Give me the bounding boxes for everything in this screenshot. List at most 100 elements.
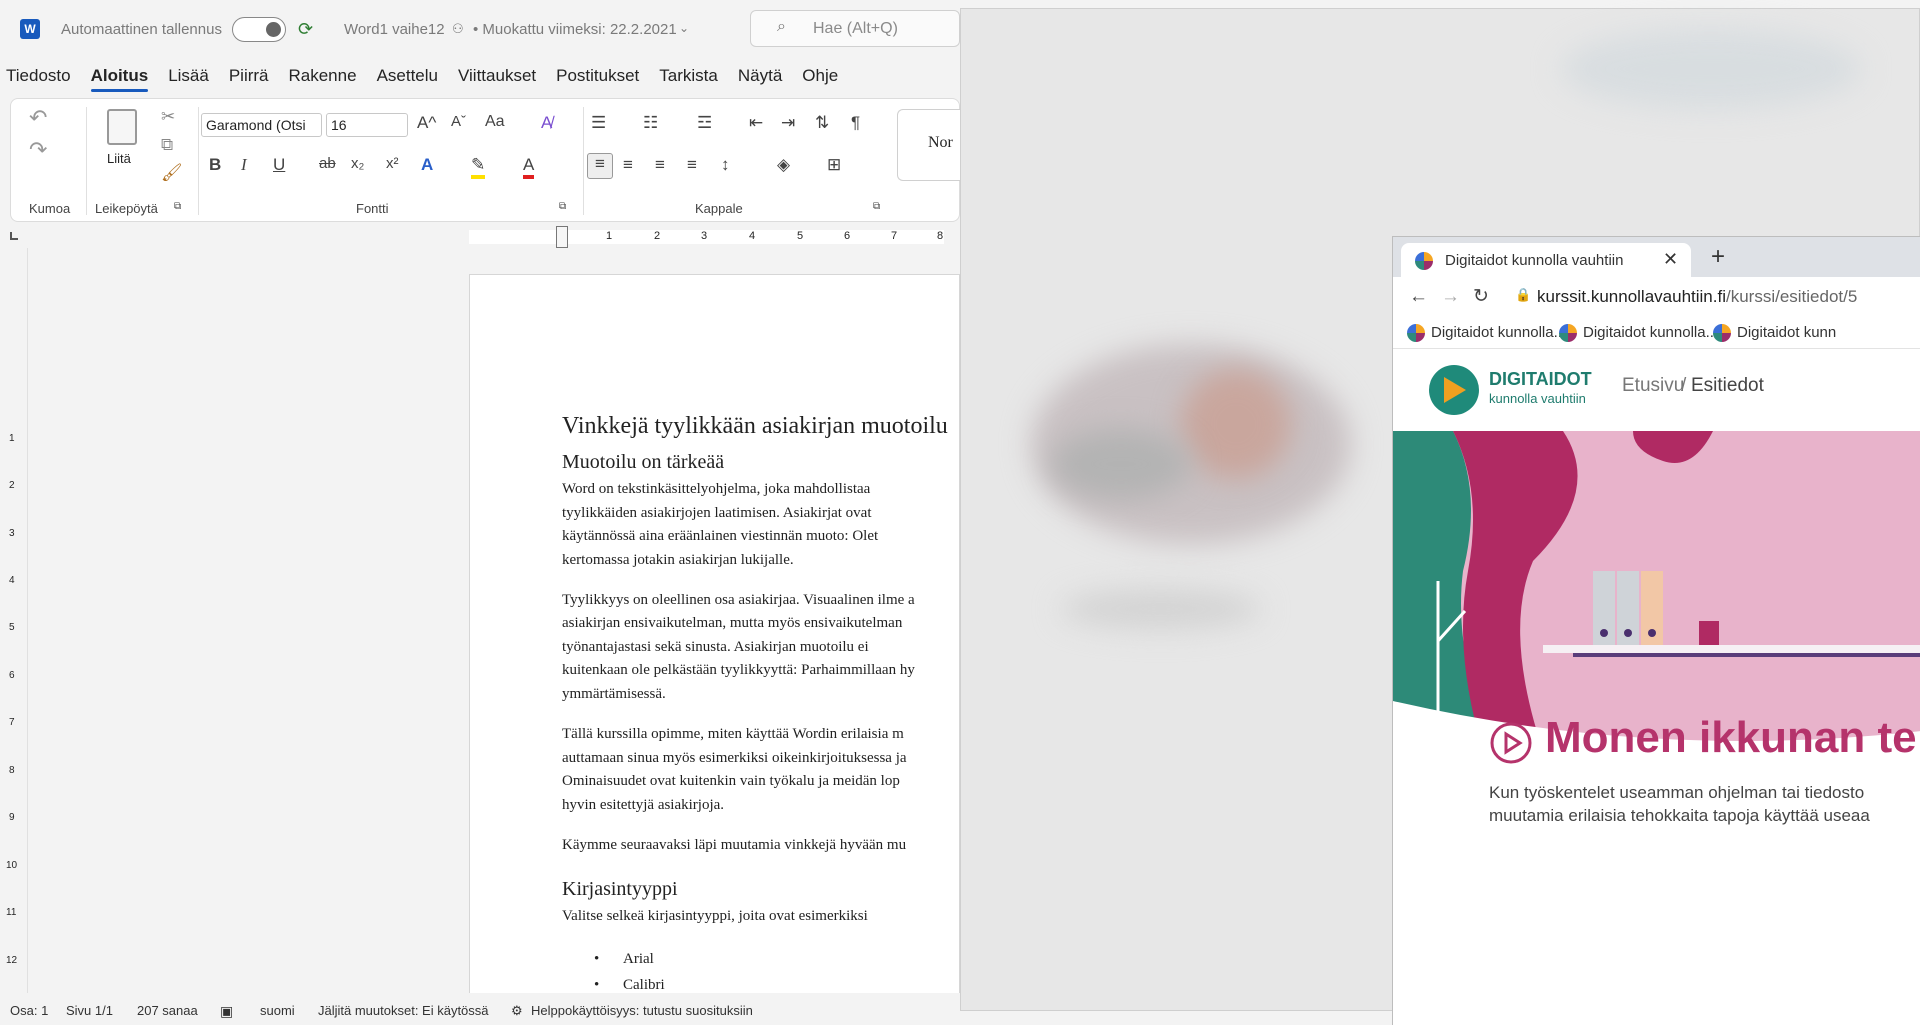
bullets-icon[interactable]: ☰	[591, 113, 606, 133]
font-dialog-launcher-icon[interactable]: ⧉	[559, 201, 566, 212]
paragraph-line: käytännössä aina eräänlainen viestinnän …	[562, 528, 879, 544]
grow-font-icon[interactable]: A^	[417, 113, 436, 133]
forward-icon[interactable]: →	[1441, 286, 1460, 308]
paragraph-line: tyylikkäiden asiakirjojen laatimisen. As…	[562, 505, 872, 521]
status-page[interactable]: Sivu 1/1	[66, 1003, 113, 1018]
italic-button[interactable]: I	[241, 155, 247, 175]
superscript-button[interactable]: x²	[386, 155, 399, 172]
bookmark-item[interactable]: Digitaidot kunnolla...	[1431, 324, 1566, 341]
clear-formatting-icon[interactable]: A̸	[541, 113, 552, 133]
document-title: Vinkkejä tyylikkään asiakirjan muotoilu	[562, 413, 948, 439]
increase-indent-icon[interactable]: ⇥	[781, 113, 795, 133]
body-text-line: muutamia erilaisia tehokkaita tapoja käy…	[1489, 806, 1870, 825]
undo-icon[interactable]: ↶	[29, 105, 47, 131]
shrink-font-icon[interactable]: Aˇ	[451, 113, 466, 130]
text-effects-icon[interactable]: A	[421, 155, 433, 175]
font-size-select[interactable]: 16	[326, 113, 408, 137]
borders-icon[interactable]: ⊞	[827, 155, 841, 175]
document-name[interactable]: Word1 vaihe12	[344, 21, 445, 38]
logo-title: DIGITAIDOT	[1489, 369, 1592, 389]
share-people-icon: ⚇	[452, 21, 464, 36]
bold-button[interactable]: B	[209, 155, 221, 175]
paragraph-line: Käymme seuraavaksi läpi muutamia vinkkej…	[562, 837, 907, 853]
paste-label[interactable]: Liitä	[107, 151, 131, 166]
highlight-icon[interactable]: ✎	[471, 155, 486, 179]
show-formatting-icon[interactable]: ¶	[851, 113, 860, 133]
indent-marker[interactable]	[556, 226, 568, 248]
bookmark-favicon-icon	[1407, 324, 1425, 342]
bookmark-item[interactable]: Digitaidot kunn	[1737, 324, 1836, 341]
numbering-icon[interactable]: ☷	[643, 113, 658, 133]
underline-button[interactable]: U	[273, 155, 285, 175]
align-right-icon[interactable]: ≡	[655, 155, 665, 175]
reload-icon[interactable]: ↻	[1473, 285, 1489, 308]
paragraph-line: Word on tekstinkäsittelyohjelma, joka ma…	[562, 481, 871, 497]
cut-icon[interactable]: ✂	[161, 107, 175, 127]
subscript-button[interactable]: x₂	[351, 155, 364, 172]
document-page[interactable]: Vinkkejä tyylikkään asiakirjan muotoilu …	[469, 274, 960, 1019]
copy-icon[interactable]: ⧉	[161, 135, 173, 155]
tab-nayta[interactable]: Näytä	[738, 66, 782, 86]
multilevel-list-icon[interactable]: ☲	[697, 113, 712, 133]
tab-tarkista[interactable]: Tarkista	[659, 66, 718, 86]
close-tab-icon[interactable]: ✕	[1663, 249, 1678, 270]
breadcrumb-home[interactable]: Etusivu	[1622, 375, 1684, 397]
change-case-icon[interactable]: Aa	[485, 113, 505, 131]
font-color-icon[interactable]: A	[523, 155, 535, 179]
search-box[interactable]: ⌕ Hae (Alt+Q)	[750, 10, 960, 47]
bookmark-favicon-icon	[1713, 324, 1731, 342]
browser-tab-title: Digitaidot kunnolla vauhtiin	[1445, 252, 1624, 269]
decrease-indent-icon[interactable]: ⇤	[749, 113, 763, 133]
font-name-select[interactable]: Garamond (Otsi	[201, 113, 322, 137]
style-normal[interactable]: Nor	[897, 109, 961, 181]
new-tab-icon[interactable]: +	[1711, 243, 1725, 271]
lock-icon[interactable]: 🔒	[1515, 287, 1531, 303]
tab-selector-icon[interactable]	[10, 232, 18, 240]
browser-toolbar: ← → ↻ 🔒 kurssit.kunnollavauhtiin.fi/kurs…	[1393, 277, 1920, 317]
status-language[interactable]: suomi	[260, 1003, 295, 1018]
site-logo-icon[interactable]	[1429, 365, 1479, 415]
site-favicon-icon	[1415, 252, 1433, 270]
paste-clipboard-icon[interactable]	[107, 109, 137, 145]
status-track-changes[interactable]: Jäljitä muutokset: Ei käytössä	[318, 1003, 489, 1018]
strikethrough-button[interactable]: ab	[319, 155, 336, 172]
redo-icon[interactable]: ↷	[29, 137, 47, 163]
proofing-icon[interactable]: ▣	[220, 1003, 233, 1020]
align-left-icon[interactable]: ≡	[587, 153, 613, 179]
justify-icon[interactable]: ≡	[687, 155, 697, 175]
paragraph-dialog-launcher-icon[interactable]: ⧉	[873, 201, 880, 212]
search-icon: ⌕	[777, 18, 786, 35]
status-words[interactable]: 207 sanaa	[137, 1003, 198, 1018]
back-icon[interactable]: ←	[1409, 286, 1428, 308]
word-logo-icon: W	[20, 19, 40, 39]
tab-lisaa[interactable]: Lisää	[168, 66, 209, 86]
sort-icon[interactable]: ⇅	[815, 113, 829, 133]
dialog-launcher-icon[interactable]: ⧉	[174, 201, 181, 212]
tab-tiedosto[interactable]: Tiedosto	[6, 66, 71, 86]
tab-aloitus[interactable]: Aloitus	[91, 66, 149, 92]
tab-piirra[interactable]: Piirrä	[229, 66, 269, 86]
shading-icon[interactable]: ◈	[777, 155, 790, 175]
subheading-kirjasintyyppi: Kirjasintyyppi	[562, 878, 678, 900]
site-header: DIGITAIDOT kunnolla vauhtiin Etusivu / E…	[1393, 349, 1920, 431]
tab-postitukset[interactable]: Postitukset	[556, 66, 639, 86]
chevron-down-icon[interactable]: ⌄	[679, 21, 689, 35]
format-painter-icon[interactable]: 🖌	[161, 163, 183, 183]
address-bar[interactable]: 🔒 kurssit.kunnollavauhtiin.fi/kurssi/esi…	[1503, 281, 1920, 313]
autosave-toggle[interactable]	[232, 17, 286, 42]
tab-viittaukset[interactable]: Viittaukset	[458, 66, 536, 86]
body-text-line: Kun työskentelet useamman ohjelman tai t…	[1489, 783, 1865, 802]
line-spacing-icon[interactable]: ↕	[721, 155, 730, 175]
status-accessibility[interactable]: Helppokäyttöisyys: tutustu suosituksiin	[531, 1003, 753, 1018]
last-modified: • Muokattu viimeksi: 22.2.2021	[473, 21, 677, 38]
accessibility-icon[interactable]: ⚙	[511, 1003, 523, 1019]
browser-tab[interactable]: Digitaidot kunnolla vauhtiin ✕	[1401, 243, 1691, 277]
undo-group-label: Kumoa	[29, 201, 71, 216]
play-icon[interactable]	[1489, 721, 1533, 765]
bookmark-item[interactable]: Digitaidot kunnolla...	[1583, 324, 1718, 341]
save-sync-icon[interactable]: ⟳	[298, 19, 313, 40]
tab-rakenne[interactable]: Rakenne	[289, 66, 357, 86]
tab-asettelu[interactable]: Asettelu	[377, 66, 438, 86]
tab-ohje[interactable]: Ohje	[802, 66, 838, 86]
align-center-icon[interactable]: ≡	[623, 155, 633, 175]
